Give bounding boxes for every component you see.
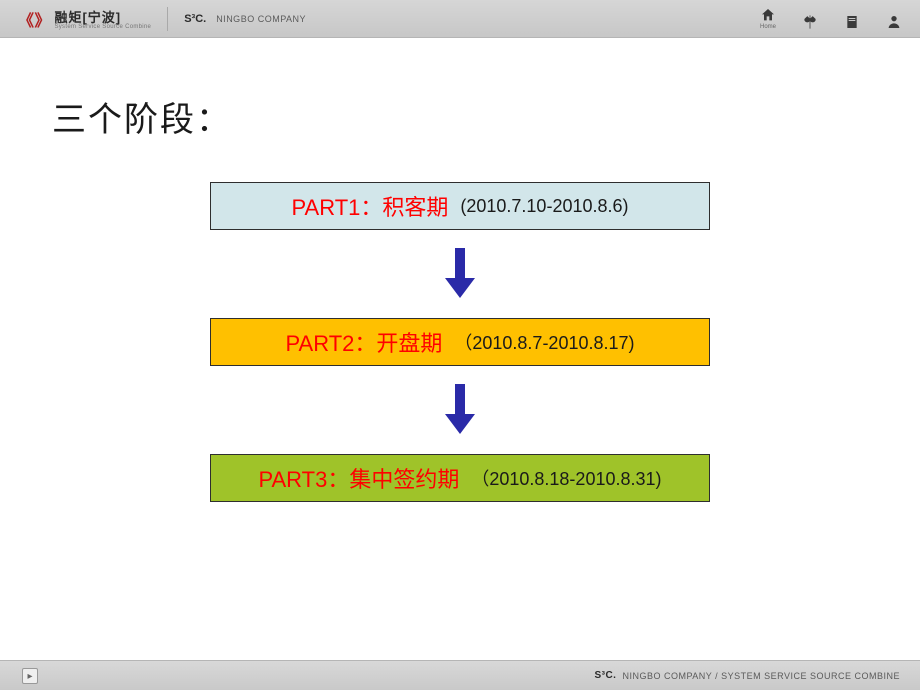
topbar-icons: Home <box>760 7 902 30</box>
doc-icon[interactable] <box>844 14 860 30</box>
stage-2-label: PART2：开盘期 <box>285 326 442 358</box>
stage-3-label: PART3：集中签约期 <box>258 462 459 494</box>
stage-2-box: PART2：开盘期 （2010.8.7-2010.8.17) <box>210 318 710 366</box>
top-bar: 《 》 融矩[宁波] System Service Source Combine… <box>0 0 920 38</box>
stage-1-label: PART1：积客期 <box>291 190 448 222</box>
person-icon[interactable] <box>886 14 902 30</box>
projector-control-icon[interactable]: ▸ <box>22 668 38 684</box>
footer-text: NINGBO COMPANY / SYSTEM SERVICE SOURCE C… <box>622 671 900 681</box>
stage-3-date: （2010.8.18-2010.8.31) <box>471 465 661 491</box>
balance-icon[interactable] <box>802 14 818 30</box>
stage-1-date: (2010.7.10-2010.8.6) <box>460 196 628 217</box>
stage-3-box: PART3：集中签约期 （2010.8.18-2010.8.31) <box>210 454 710 502</box>
brand-glyph: 《 》 <box>18 7 48 31</box>
ssc-sub: NINGBO COMPANY <box>216 14 306 24</box>
brand-block: 《 》 融矩[宁波] System Service Source Combine… <box>18 7 306 31</box>
stage-2-date: （2010.8.7-2010.8.17) <box>454 329 634 355</box>
brand-sub: System Service Source Combine <box>54 24 151 30</box>
brand-text: 融矩[宁波] System Service Source Combine <box>54 7 151 30</box>
divider <box>167 7 168 31</box>
page-title: 三个阶段： <box>52 92 232 141</box>
arrow-down-icon <box>445 384 475 434</box>
footer-bar: S³C. NINGBO COMPANY / SYSTEM SERVICE SOU… <box>0 660 920 690</box>
home-icon[interactable]: Home <box>760 7 776 30</box>
ssc-mark: S³C. <box>184 13 206 25</box>
arrow-down-icon <box>445 248 475 298</box>
flow-diagram: PART1：积客期 (2010.7.10-2010.8.6) PART2：开盘期… <box>0 182 920 502</box>
stage-1-box: PART1：积客期 (2010.7.10-2010.8.6) <box>210 182 710 230</box>
footer-ssc: S³C. <box>594 670 616 681</box>
